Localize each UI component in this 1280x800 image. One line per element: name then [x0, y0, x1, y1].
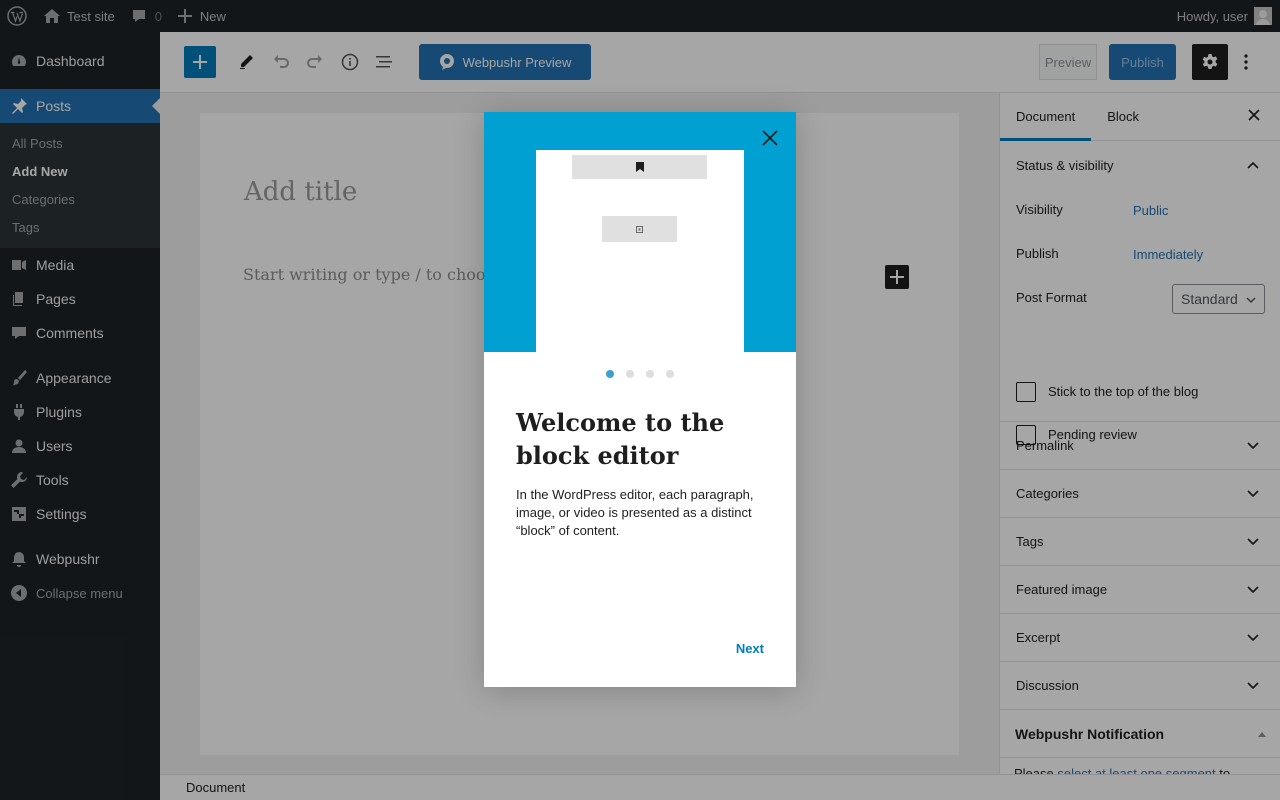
illustration-block	[602, 216, 677, 242]
page-dot-3[interactable]	[646, 370, 654, 378]
page-dot-2[interactable]	[626, 370, 634, 378]
page-dot-1[interactable]	[606, 370, 614, 378]
bookmark-icon	[635, 162, 644, 172]
page-dot-4[interactable]	[666, 370, 674, 378]
guide-page-indicator	[484, 370, 796, 378]
close-guide-button[interactable]	[758, 126, 782, 150]
guide-heading: Welcome to the block editor	[516, 408, 725, 470]
close-icon	[762, 130, 778, 146]
welcome-guide-illustration	[484, 112, 796, 352]
block-square-icon	[636, 225, 643, 233]
next-button[interactable]: Next	[724, 641, 764, 659]
welcome-guide-modal: Welcome to the block editor In the WordP…	[484, 112, 796, 687]
illustration-card	[536, 150, 744, 352]
illustration-toolbar	[572, 155, 707, 179]
guide-description: In the WordPress editor, each paragraph,…	[516, 487, 754, 538]
